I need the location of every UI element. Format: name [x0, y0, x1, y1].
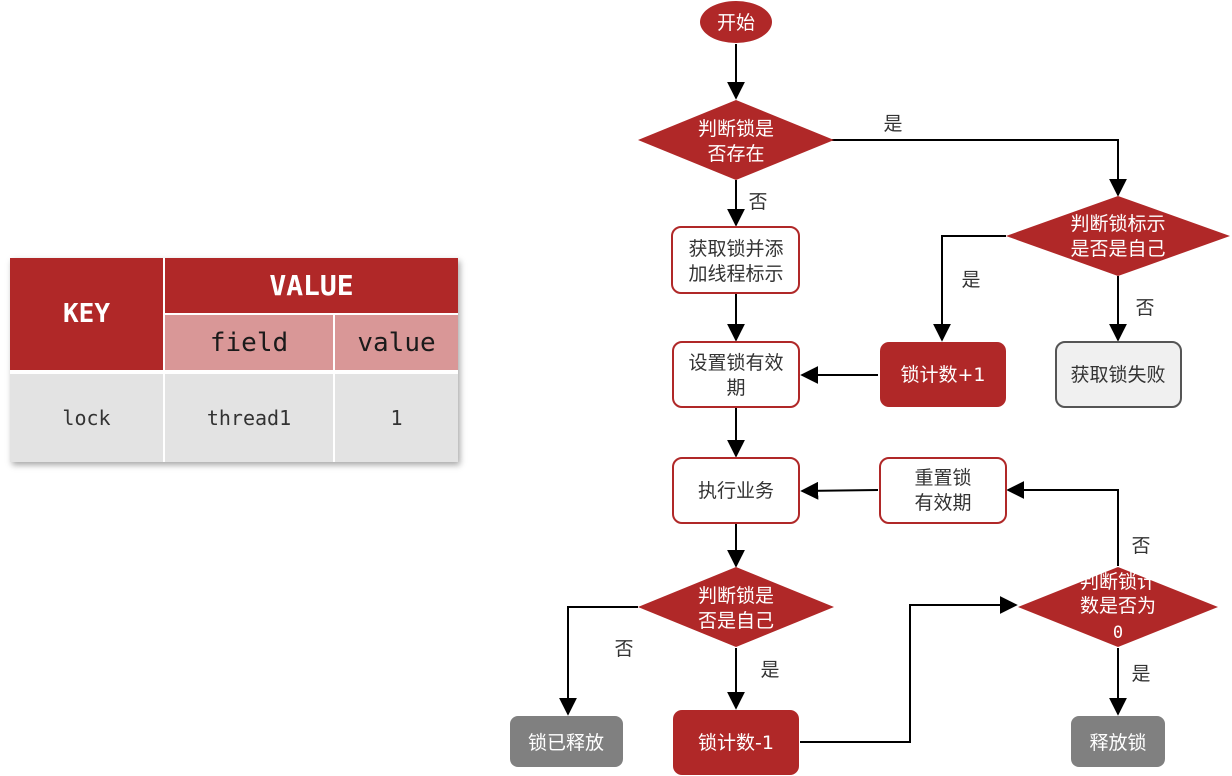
node-set-expiry: 设置锁有效 期: [672, 341, 800, 408]
node-released-label: 锁已释放: [528, 732, 604, 754]
node-set-expiry-line-1: 设置锁有效: [688, 352, 783, 374]
node-start-label: 开始: [717, 12, 755, 34]
edge-label-self-bottom-yes: 是: [760, 659, 779, 681]
node-count-zero-line-1: 判断锁计: [1080, 571, 1156, 593]
edge-label-zero-yes: 是: [1131, 663, 1150, 685]
node-acquire-lock-line-1: 获取锁并添: [688, 238, 783, 260]
node-acquire-lock: 获取锁并添 加线程标示: [671, 226, 800, 294]
node-count-zero-line-3: 0: [1113, 623, 1123, 643]
edge-label-self-bottom-no: 否: [614, 638, 633, 660]
lock-flowchart: 是 否 是 否 否 是 否 是 开始 判断锁是 否存在 获取锁并添 加线程标示 …: [510, 1, 1230, 775]
edge-label-exists-yes: 是: [883, 113, 902, 135]
node-lock-exists: 判断锁是 否存在: [638, 100, 834, 180]
edge-self-bottom-no: [559, 606, 638, 716]
node-is-self-bottom-line-2: 否是自己: [698, 610, 774, 632]
node-run-business: 执行业务: [672, 457, 800, 524]
edge-minus-to-zero: [800, 596, 1018, 743]
node-lock-exists-line-1: 判断锁是: [698, 118, 774, 140]
node-reset-expiry: 重置锁 有效期: [879, 457, 1007, 524]
node-count-plus: 锁计数+1: [880, 342, 1006, 407]
node-is-self-top-line-2: 是否是自己: [1070, 238, 1165, 260]
node-count-minus-label: 锁计数-1: [698, 732, 774, 754]
node-start: 开始: [700, 1, 772, 43]
node-acquire-lock-line-2: 加线程标示: [688, 263, 783, 285]
node-count-zero-line-2: 数是否为: [1080, 595, 1156, 617]
edge-label-exists-no: 否: [748, 191, 767, 213]
node-set-expiry-line-2: 期: [726, 377, 745, 399]
node-reset-expiry-line-1: 重置锁: [914, 467, 971, 489]
node-is-self-top: 判断锁标示 是否是自己: [1006, 196, 1230, 276]
node-lock-exists-line-2: 否存在: [707, 143, 764, 165]
node-acquire-fail-label: 获取锁失败: [1070, 364, 1165, 386]
edge-label-self-top-no: 否: [1135, 297, 1154, 319]
node-is-self-bottom-line-1: 判断锁是: [698, 585, 774, 607]
node-count-zero: 判断锁计 数是否为 0: [1018, 567, 1218, 647]
node-run-business-label: 执行业务: [698, 480, 774, 502]
node-count-minus: 锁计数-1: [673, 710, 799, 775]
node-release-lock: 释放锁: [1071, 716, 1165, 767]
edges: [559, 44, 1127, 743]
node-reset-expiry-line-2: 有效期: [914, 492, 971, 514]
edge-zero-no: [1006, 481, 1119, 566]
node-count-plus-label: 锁计数+1: [900, 364, 985, 386]
edge-exists-yes: [832, 139, 1127, 197]
node-is-self-top-line-1: 判断锁标示: [1070, 213, 1165, 235]
edge-label-zero-no: 否: [1131, 535, 1150, 557]
edge-reset-to-business: [800, 481, 879, 500]
node-acquire-fail: 获取锁失败: [1055, 341, 1182, 408]
node-release-lock-label: 释放锁: [1089, 732, 1146, 754]
edge-label-self-top-yes: 是: [961, 269, 980, 291]
node-is-self-bottom: 判断锁是 否是自己: [638, 567, 834, 647]
node-released: 锁已释放: [510, 716, 623, 767]
